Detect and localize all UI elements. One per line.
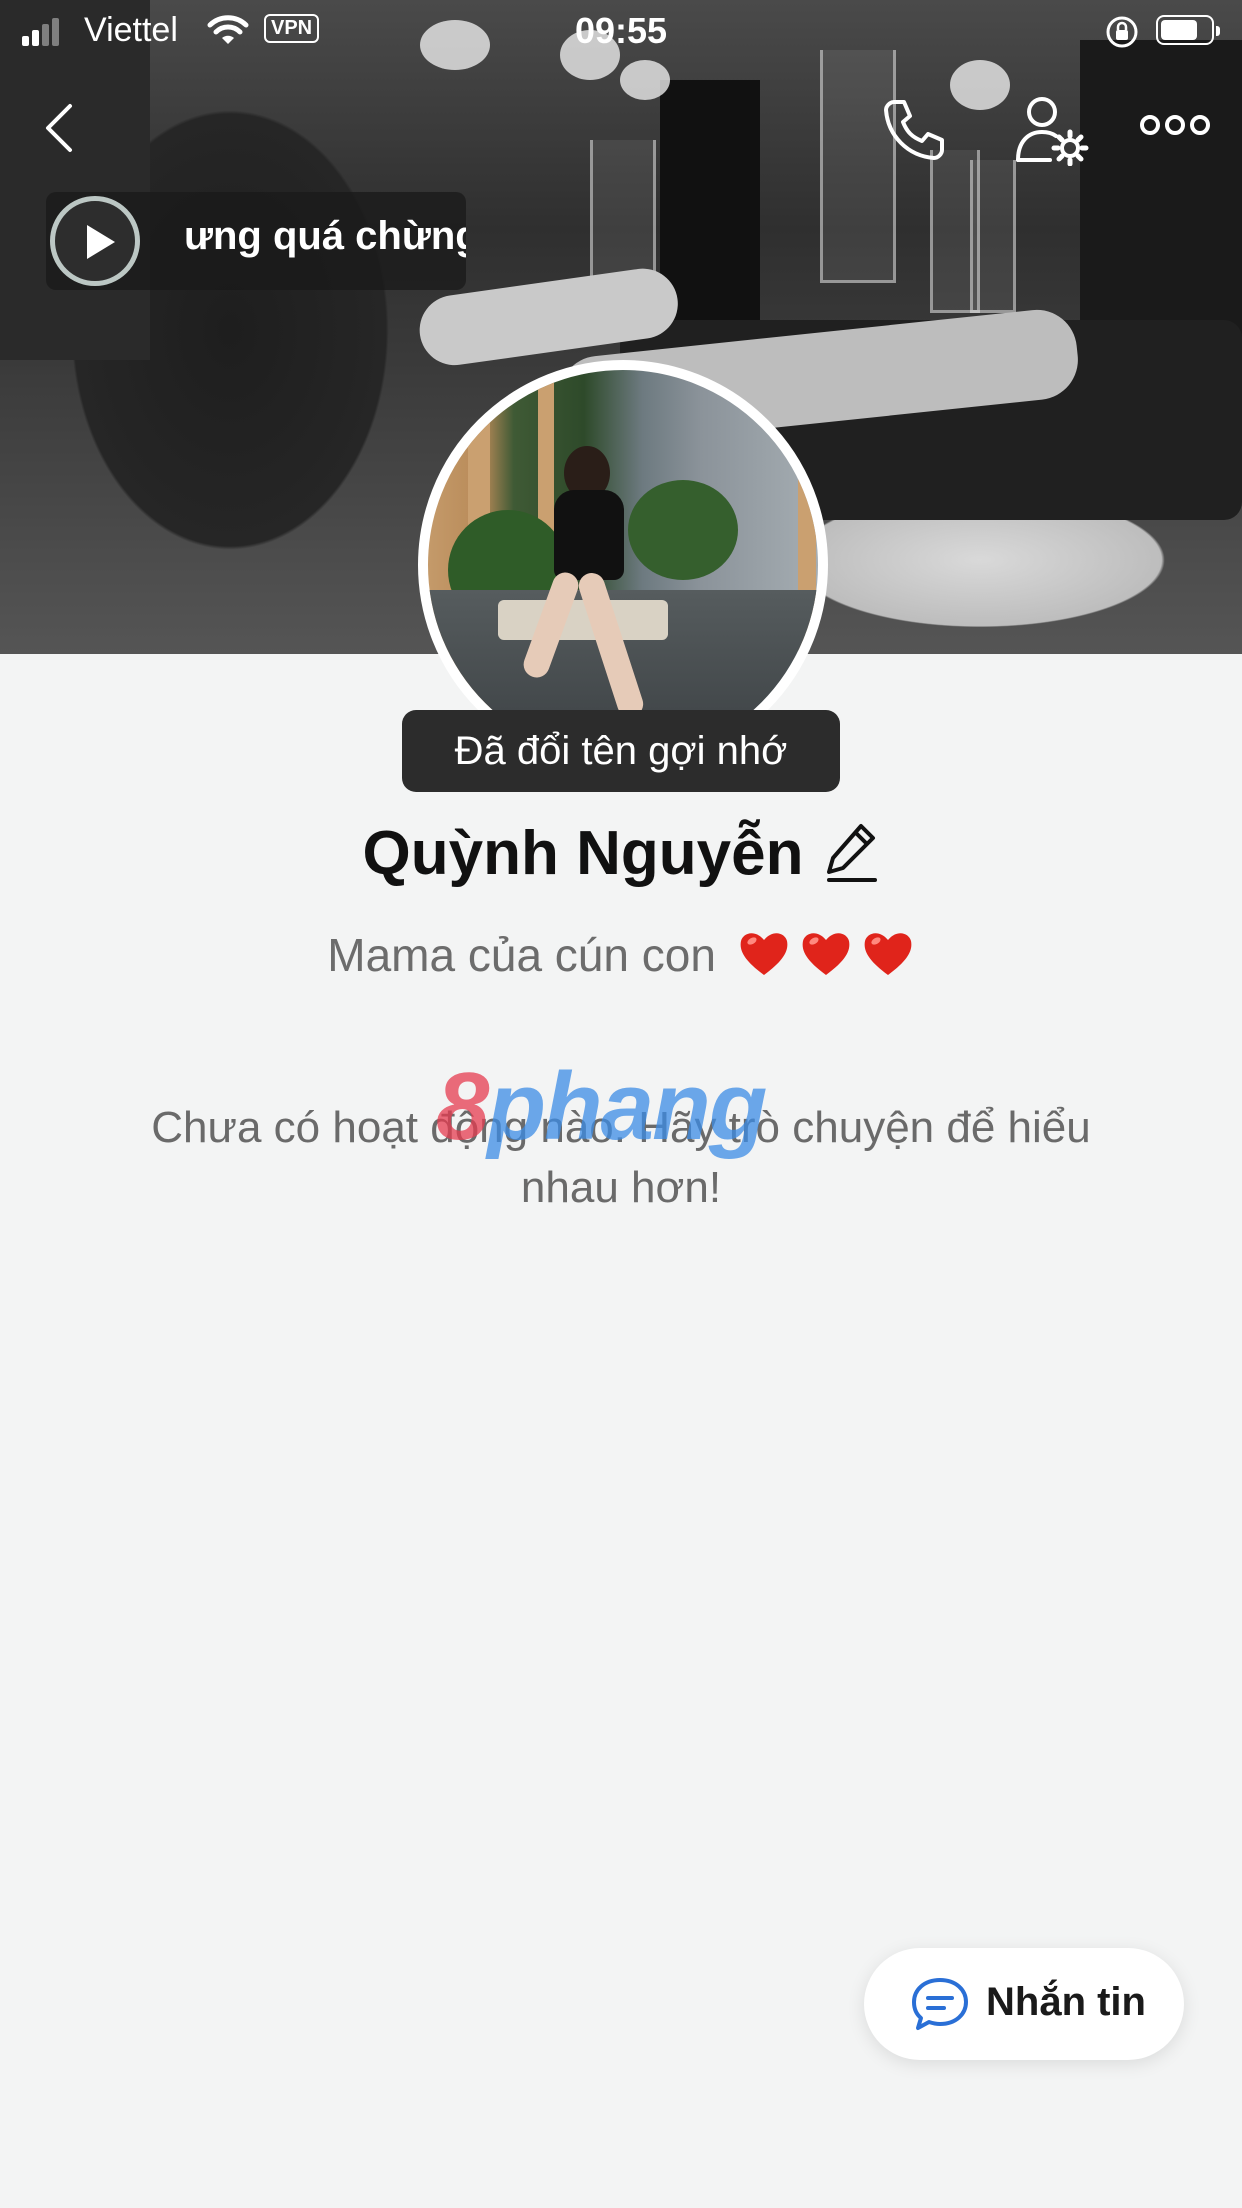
- play-icon[interactable]: [50, 196, 140, 286]
- profile-music-player[interactable]: ưng quá chừng: [46, 192, 466, 290]
- watermark-logo: 8phang: [436, 1052, 767, 1162]
- chat-bubble-icon: [912, 1978, 968, 2030]
- battery-icon: [1156, 15, 1220, 45]
- music-title: ưng quá chừng: [184, 214, 466, 258]
- profile-bio: Mama của cún con: [327, 929, 716, 981]
- watermark-part2: phang: [487, 1053, 767, 1160]
- status-bar: Viettel VPN 09:55: [0, 0, 1242, 62]
- heart-icon: [864, 933, 912, 975]
- send-message-button[interactable]: Nhắn tin: [864, 1948, 1184, 2060]
- profile-bio-row: Mama của cún con: [0, 928, 1242, 982]
- back-icon[interactable]: [40, 100, 80, 156]
- phone-icon[interactable]: [880, 96, 946, 162]
- heart-icon: [740, 933, 788, 975]
- user-settings-icon[interactable]: [1014, 94, 1090, 166]
- edit-pencil-icon[interactable]: [825, 822, 879, 884]
- profile-name-row: Quỳnh Nguyễn: [0, 818, 1242, 889]
- more-dots-icon[interactable]: [1140, 110, 1210, 140]
- send-message-label: Nhắn tin: [986, 1980, 1146, 2024]
- profile-name: Quỳnh Nguyễn: [362, 819, 804, 888]
- rotation-lock-icon: [1106, 16, 1138, 48]
- avatar[interactable]: [418, 360, 828, 770]
- watermark-part1: 8: [436, 1053, 489, 1160]
- heart-icon: [802, 933, 850, 975]
- nickname-changed-tooltip: Đã đổi tên gợi nhớ: [402, 710, 840, 792]
- status-time: 09:55: [574, 10, 668, 51]
